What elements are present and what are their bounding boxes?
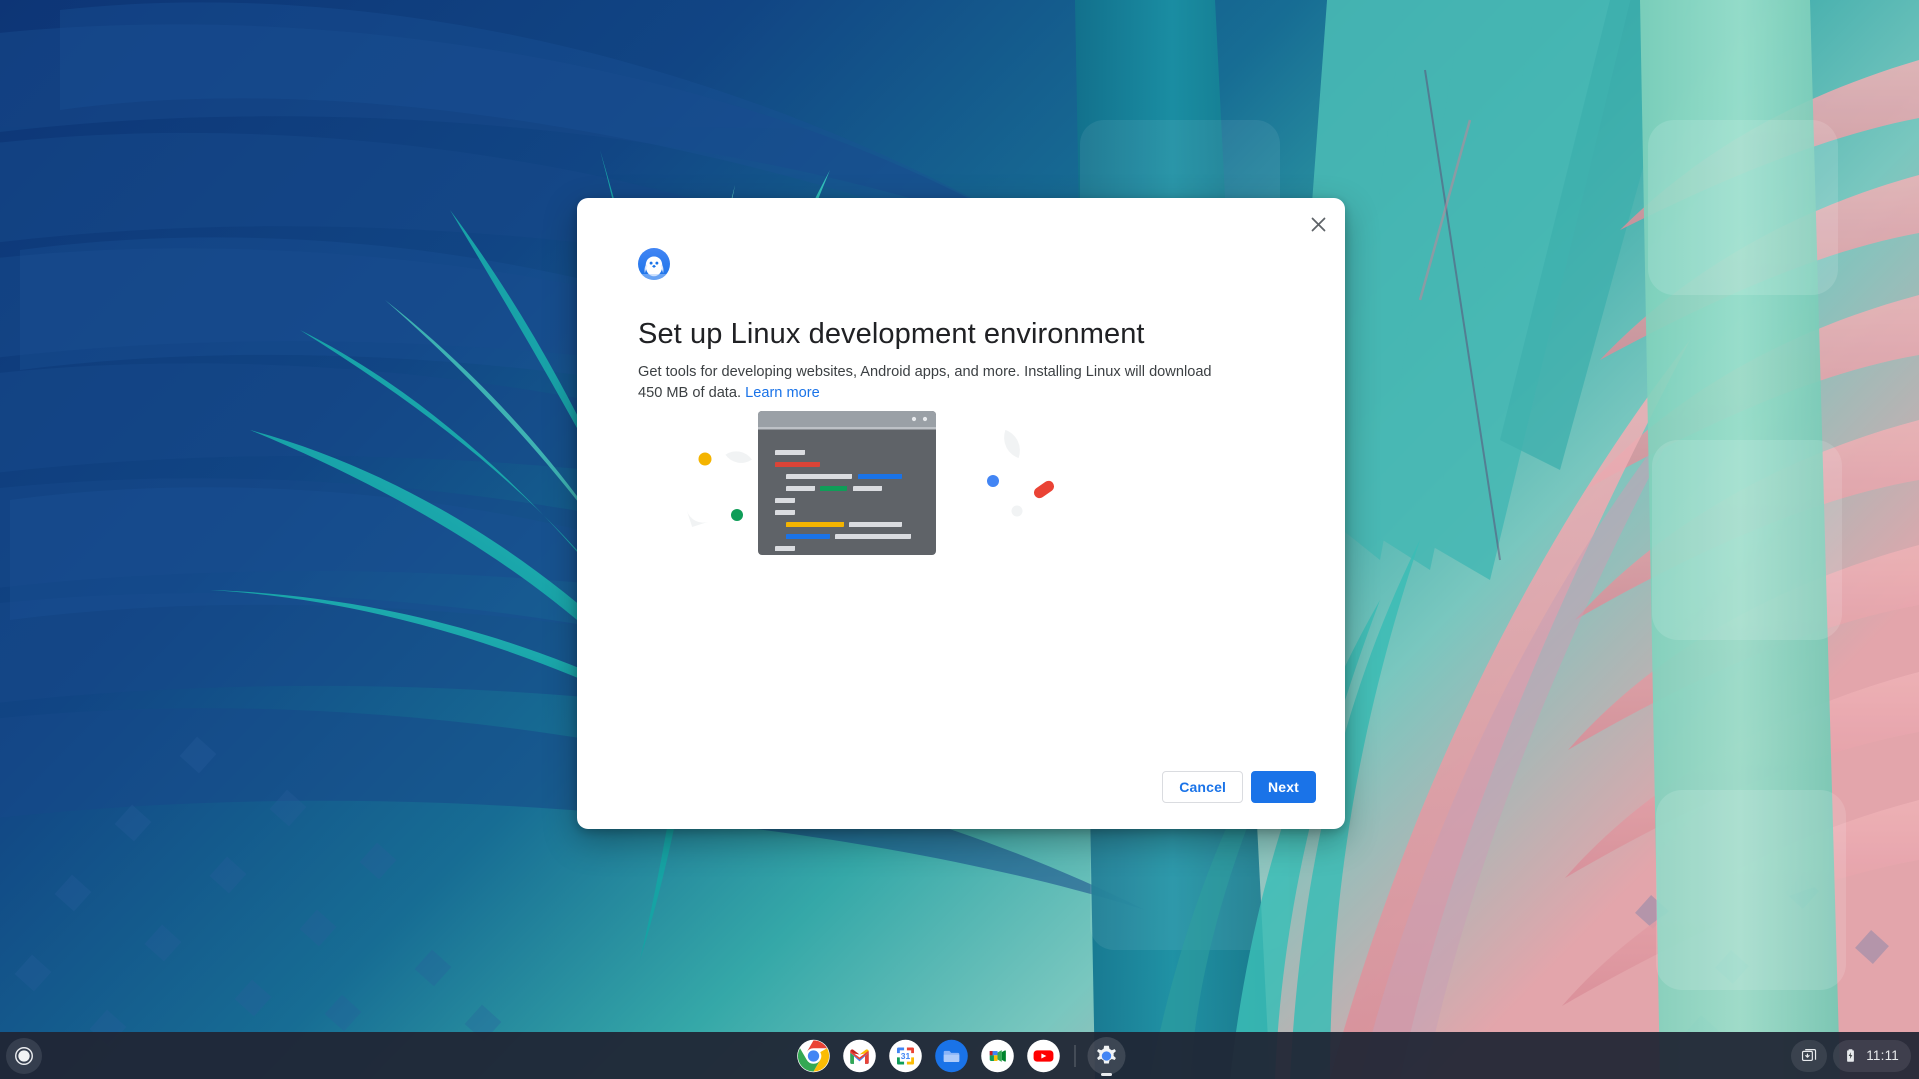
shelf-app-calendar[interactable]: 31	[882, 1032, 928, 1079]
gmail-icon	[842, 1039, 876, 1072]
gray-quarter-right	[1004, 429, 1020, 459]
gray-quarter-left	[686, 510, 709, 528]
status-tray-button[interactable]: 11:11	[1833, 1039, 1911, 1072]
chrome-icon	[796, 1039, 830, 1072]
system-tray: 11:11	[1791, 1039, 1911, 1072]
blue-dot	[987, 475, 999, 487]
shelf-separator	[1074, 1044, 1075, 1067]
tray-clock: 11:11	[1866, 1048, 1899, 1063]
shelf-app-files[interactable]	[928, 1032, 974, 1079]
shelf-app-meet[interactable]	[974, 1032, 1020, 1079]
shelf-app-gmail[interactable]	[836, 1032, 882, 1079]
crostini-installer-dialog: Set up Linux development environment Get…	[577, 198, 1345, 829]
dialog-description: Get tools for developing websites, Andro…	[638, 362, 1213, 404]
close-button[interactable]	[1301, 207, 1335, 241]
dialog-description-text: Get tools for developing websites, Andro…	[638, 364, 1212, 401]
files-icon	[934, 1039, 968, 1072]
editor-titlebar	[758, 411, 936, 427]
calendar-date-badge: 31	[900, 1051, 910, 1061]
green-dot	[731, 509, 743, 521]
learn-more-link[interactable]: Learn more	[745, 385, 820, 401]
window-dot-1	[911, 416, 917, 422]
editor-window	[758, 411, 936, 555]
cancel-button[interactable]: Cancel	[1162, 771, 1244, 803]
shelf-app-youtube[interactable]	[1020, 1032, 1066, 1079]
gray-dot-right	[1011, 505, 1023, 517]
window-dot-2	[922, 416, 928, 422]
screen-capture-tray-button[interactable]	[1791, 1039, 1828, 1072]
shelf-app-chrome[interactable]	[790, 1032, 836, 1079]
dialog-actions: Cancel Next	[1162, 771, 1316, 803]
shelf-active-indicator	[1100, 1073, 1112, 1076]
penguin-icon	[638, 248, 670, 280]
shelf: 31 11:11	[0, 1032, 1919, 1079]
youtube-icon	[1026, 1039, 1060, 1072]
dialog-title: Set up Linux development environment	[638, 318, 1145, 350]
yellow-dot	[698, 452, 712, 466]
red-pill	[1033, 480, 1055, 499]
desktop: Set up Linux development environment Get…	[0, 0, 1919, 1079]
launcher-button[interactable]	[6, 1037, 42, 1074]
close-icon	[1311, 217, 1325, 231]
meet-icon	[980, 1039, 1014, 1072]
shelf-app-list: 31	[790, 1032, 1129, 1079]
screen-capture-icon	[1801, 1049, 1816, 1062]
code-editor-illustration	[577, 403, 1345, 653]
settings-gear-icon	[1096, 1045, 1116, 1063]
next-button[interactable]: Next	[1251, 771, 1316, 803]
shelf-app-settings[interactable]	[1083, 1032, 1129, 1079]
battery-charging-icon	[1847, 1049, 1855, 1062]
calendar-icon: 31	[888, 1039, 922, 1072]
gray-blob-top-left	[725, 451, 752, 463]
launcher-icon	[15, 1046, 33, 1065]
